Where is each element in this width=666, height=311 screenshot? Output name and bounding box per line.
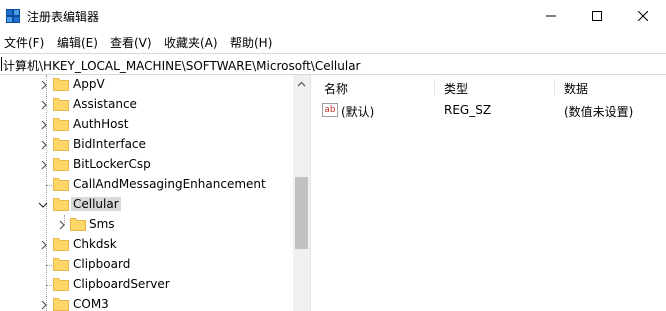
folder-icon <box>53 298 69 311</box>
window-title: 注册表编辑器 <box>27 10 100 24</box>
tree-item-clipboardserver[interactable]: ClipboardServer <box>0 275 293 295</box>
folder-icon <box>70 218 86 231</box>
scroll-up-button[interactable] <box>293 75 310 92</box>
scroll-thumb[interactable] <box>295 177 308 249</box>
tree-item-label: AppV <box>73 77 105 91</box>
tree-item-label: ClipboardServer <box>73 277 170 291</box>
tree-scrollbar[interactable] <box>293 75 310 311</box>
address-bar[interactable]: 计算机\HKEY_LOCAL_MACHINE\SOFTWARE\Microsof… <box>0 53 666 75</box>
value-data: (数值未设置) <box>564 105 634 119</box>
column-header-type[interactable]: 类型 <box>444 80 468 97</box>
value-list: 名称 类型 数据 ab (默认) REG_SZ (数值未设置) <box>316 75 666 311</box>
value-row[interactable]: ab (默认) REG_SZ (数值未设置) <box>316 99 666 119</box>
tree-item-authhost[interactable]: AuthHost <box>0 115 293 135</box>
string-value-icon: ab <box>322 103 338 117</box>
column-divider[interactable] <box>554 79 555 95</box>
tree-item-com3[interactable]: COM3 <box>0 295 293 311</box>
chevron-right-icon[interactable] <box>38 159 50 171</box>
menu-favorites[interactable]: 收藏夹(A) <box>164 34 218 51</box>
folder-icon <box>53 98 69 111</box>
list-header: 名称 类型 数据 <box>316 75 666 97</box>
column-header-name[interactable]: 名称 <box>324 80 348 97</box>
menu-bar: 文件(F) 编辑(E) 查看(V) 收藏夹(A) 帮助(H) <box>0 32 666 52</box>
tree-item-label: Cellular <box>71 197 121 211</box>
chevron-down-icon[interactable] <box>37 199 49 211</box>
chevron-right-icon[interactable] <box>38 119 50 131</box>
close-icon <box>638 11 648 21</box>
tree-item-label: Chkdsk <box>73 237 117 251</box>
folder-open-icon <box>53 198 69 211</box>
folder-icon <box>53 278 69 291</box>
key-tree: AppV Assistance AuthHost BidInterface Bi… <box>0 75 293 311</box>
folder-icon <box>53 118 69 131</box>
tree-item-callandmessagingenhancement[interactable]: CallAndMessagingEnhancement <box>0 175 293 195</box>
tree-item-label: BitLockerCsp <box>73 157 151 171</box>
value-name: (默认) <box>341 105 375 119</box>
minimize-button[interactable] <box>528 0 574 32</box>
menu-help[interactable]: 帮助(H) <box>230 34 272 51</box>
tree-item-label: Sms <box>89 217 115 231</box>
menu-view[interactable]: 查看(V) <box>110 34 152 51</box>
tree-item-appv[interactable]: AppV <box>0 75 293 95</box>
tree-item-label: Assistance <box>73 97 137 111</box>
tree-item-bidinterface[interactable]: BidInterface <box>0 135 293 155</box>
chevron-right-icon[interactable] <box>38 99 50 111</box>
folder-icon <box>53 78 69 91</box>
folder-icon <box>53 178 69 191</box>
title-bar: 注册表编辑器 <box>0 0 666 32</box>
maximize-icon <box>592 11 602 21</box>
close-button[interactable] <box>620 0 666 32</box>
column-divider[interactable] <box>434 79 435 95</box>
tree-item-label: Clipboard <box>73 257 131 271</box>
maximize-button[interactable] <box>574 0 620 32</box>
folder-icon <box>53 238 69 251</box>
value-type: REG_SZ <box>444 103 492 117</box>
tree-item-label: AuthHost <box>73 117 129 131</box>
chevron-right-icon[interactable] <box>38 79 50 91</box>
tree-item-label: CallAndMessagingEnhancement <box>73 177 266 191</box>
tree-item-clipboard[interactable]: Clipboard <box>0 255 293 275</box>
registry-editor-icon <box>6 9 20 23</box>
folder-icon <box>53 158 69 171</box>
minimize-icon <box>546 15 556 17</box>
menu-edit[interactable]: 编辑(E) <box>57 34 98 51</box>
folder-icon <box>53 138 69 151</box>
tree-item-assistance[interactable]: Assistance <box>0 95 293 115</box>
text-caret <box>1 57 2 71</box>
address-path[interactable]: 计算机\HKEY_LOCAL_MACHINE\SOFTWARE\Microsof… <box>3 57 361 74</box>
tree-item-chkdsk[interactable]: Chkdsk <box>0 235 293 255</box>
folder-icon <box>53 258 69 271</box>
tree-item-cellular[interactable]: Cellular <box>0 195 293 215</box>
column-header-data[interactable]: 数据 <box>564 80 588 97</box>
tree-item-sms[interactable]: Sms <box>0 215 293 235</box>
chevron-right-icon[interactable] <box>56 219 68 231</box>
chevron-right-icon[interactable] <box>38 139 50 151</box>
menu-file[interactable]: 文件(F) <box>4 34 44 51</box>
chevron-right-icon[interactable] <box>38 239 50 251</box>
tree-item-label: BidInterface <box>73 137 146 151</box>
chevron-up-icon <box>297 81 306 86</box>
tree-item-label: COM3 <box>73 297 109 311</box>
tree-item-bitlockercsp[interactable]: BitLockerCsp <box>0 155 293 175</box>
chevron-right-icon[interactable] <box>38 299 50 311</box>
